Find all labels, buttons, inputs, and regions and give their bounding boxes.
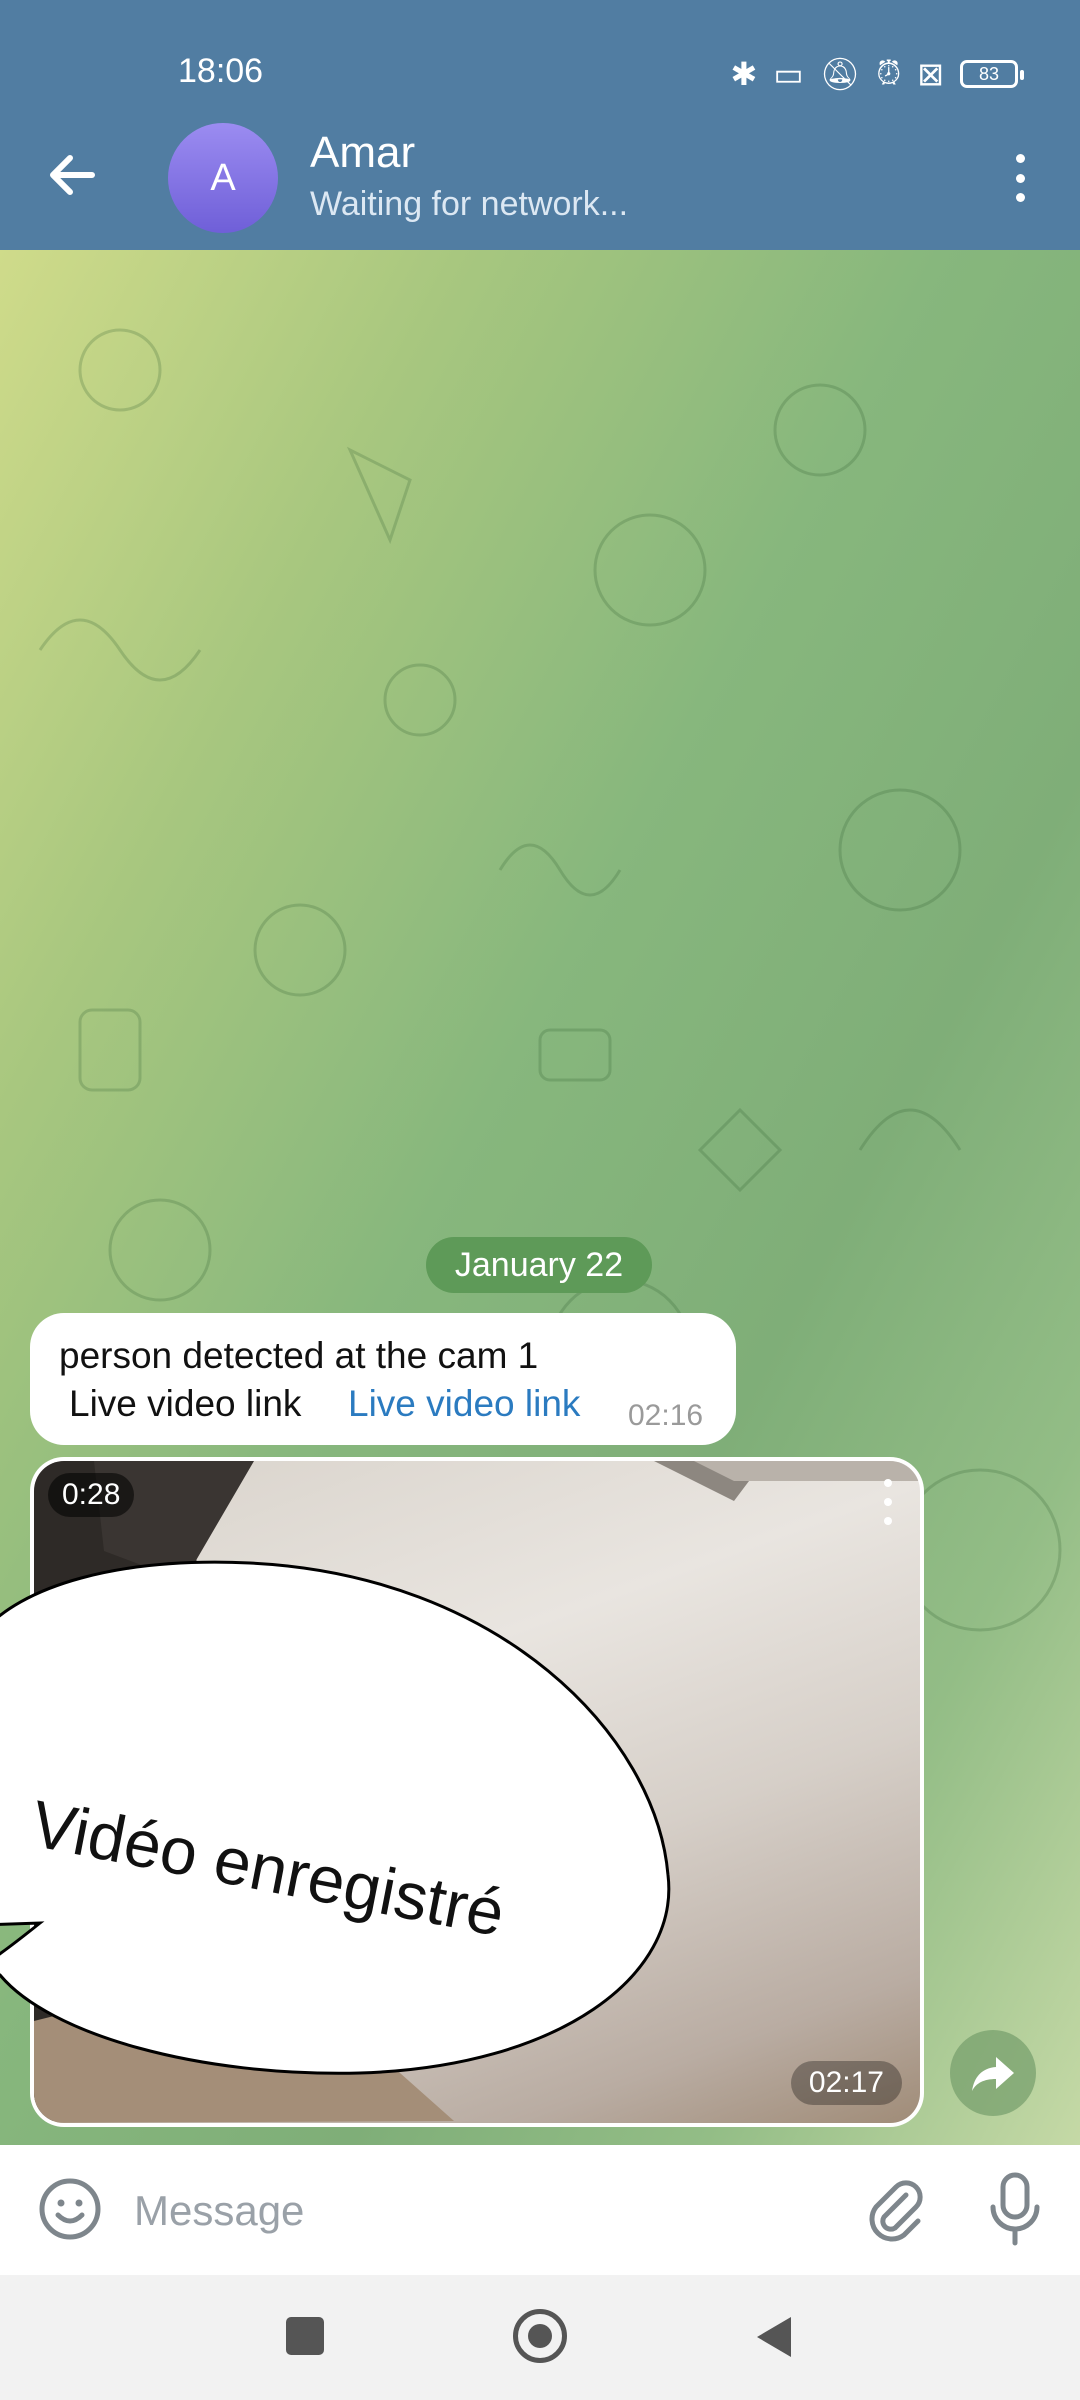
back-arrow-icon[interactable]	[42, 145, 102, 205]
date-separator: January 22	[426, 1237, 652, 1293]
video-duration: 0:28	[48, 1473, 135, 1517]
vibrate-icon: ▭	[773, 56, 804, 92]
home-button[interactable]	[513, 2309, 567, 2363]
video-menu-icon[interactable]	[878, 1479, 898, 1525]
video-message-time: 02:17	[790, 2061, 902, 2105]
mute-bell-icon: 🔕︎	[819, 56, 861, 92]
message-text-line2: Live video link	[69, 1383, 302, 1424]
message-text: person detected at the cam 1	[59, 1335, 539, 1376]
status-icons: ✱ ▭ 🔕︎ ⏰︎ ⊠ 83	[730, 52, 1024, 96]
emoji-icon[interactable]	[38, 2177, 102, 2241]
chat-title[interactable]: Amar	[310, 128, 415, 178]
status-time: 18:06	[178, 52, 264, 90]
no-sim-icon: ⊠	[917, 56, 944, 92]
live-video-link[interactable]: Live video link	[348, 1383, 580, 1425]
message-input-bar	[0, 2145, 1080, 2275]
attach-icon[interactable]	[862, 2175, 930, 2243]
battery-icon: 83	[960, 60, 1024, 88]
microphone-icon[interactable]	[985, 2171, 1045, 2249]
alarm-icon: ⏰︎	[876, 55, 902, 91]
nav-back-icon[interactable]	[755, 2315, 795, 2359]
share-button[interactable]	[950, 2030, 1036, 2116]
share-arrow-icon	[972, 2057, 1014, 2091]
more-menu-icon[interactable]	[1000, 148, 1040, 208]
bluetooth-icon: ✱	[730, 56, 758, 92]
avatar[interactable]: A	[168, 123, 278, 233]
message-bubble[interactable]: person detected at the cam 1 Live video …	[30, 1313, 736, 1445]
message-input[interactable]	[132, 2175, 836, 2247]
chat-header: 18:06 ✱ ▭ 🔕︎ ⏰︎ ⊠ 83 A Amar Waiting for …	[0, 0, 1080, 250]
chat-status: Waiting for network...	[310, 185, 629, 223]
message-time: 02:16	[628, 1399, 704, 1432]
recents-button[interactable]	[286, 2317, 324, 2355]
